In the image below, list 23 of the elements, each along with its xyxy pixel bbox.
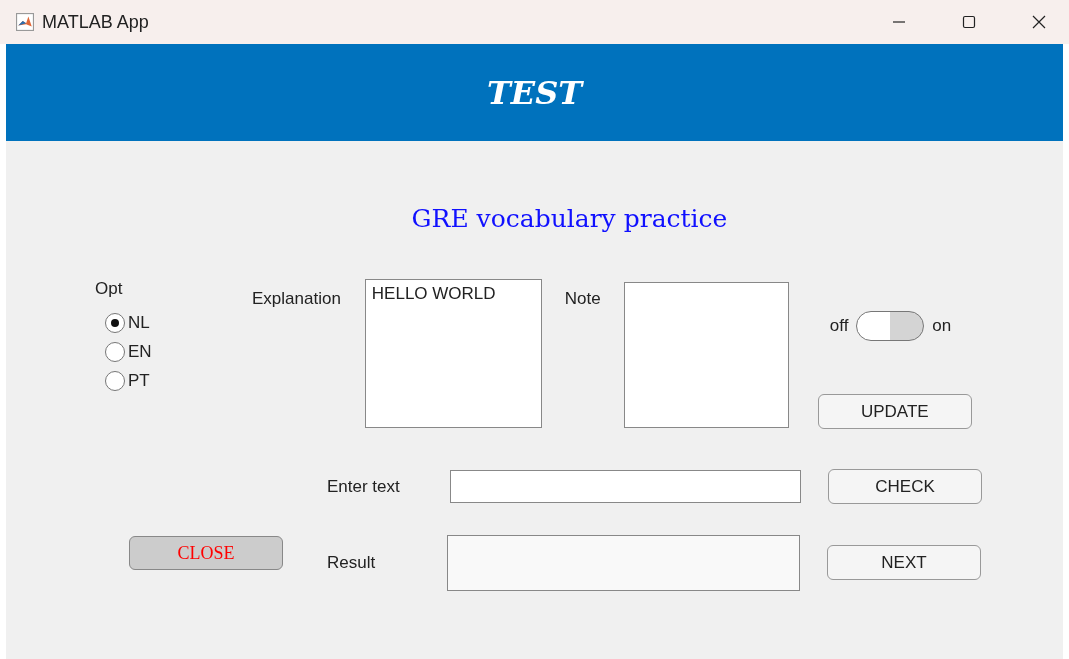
note-label: Note [564,289,601,310]
next-button[interactable]: NEXT [827,545,981,580]
radio-option[interactable]: PT [105,371,150,391]
enter-text-label: Enter text [327,476,401,497]
explanation-label: Explanation [252,289,341,310]
radio-option[interactable]: NL [105,313,150,333]
app-heading: GRE vocabulary practice [411,204,728,233]
update-button[interactable]: UPDATE [817,394,972,429]
radio-option[interactable]: EN [105,342,152,362]
toggle-switch[interactable] [856,311,925,341]
on-label: on [932,316,952,336]
off-label: off [829,316,849,336]
maximize-icon[interactable] [961,14,977,30]
text-input[interactable] [450,470,801,503]
result-label: Result [327,553,377,574]
header-title: TEST [486,73,583,112]
app-icon [16,13,34,31]
explanation-field[interactable]: HELLO WORLD [364,279,542,428]
note-field[interactable] [623,282,789,428]
options-label: Opt [95,279,124,299]
check-button[interactable]: CHECK [828,469,982,504]
window-title: MATLAB App [42,11,149,33]
close-icon[interactable] [1031,14,1047,30]
